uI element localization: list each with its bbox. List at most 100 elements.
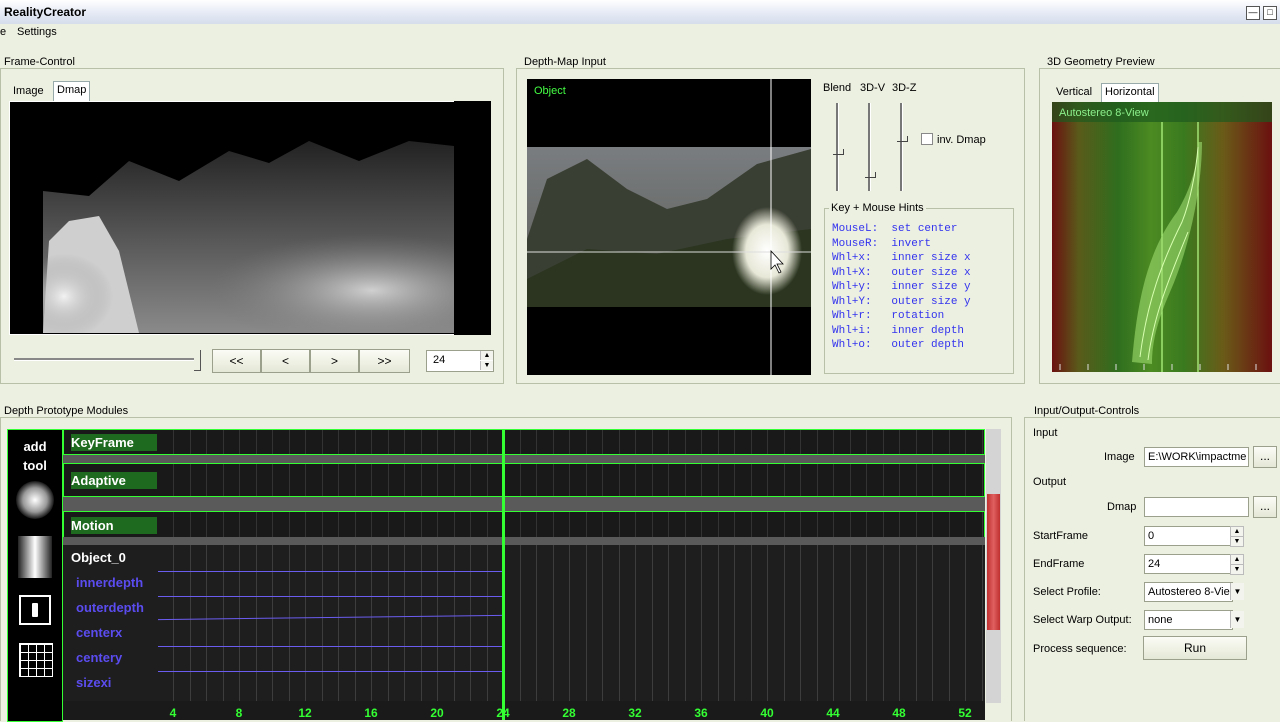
dmap-path-field[interactable] <box>1144 497 1249 517</box>
timeline-tick-label: 28 <box>562 706 576 720</box>
hints-label: Key + Mouse Hints <box>829 202 926 214</box>
timeline-tick-label: 8 <box>235 706 243 720</box>
prev-frame-button[interactable]: < <box>261 349 310 373</box>
geometry-preview-label: 3D Geometry Preview <box>1045 56 1157 68</box>
frame-slider-handle[interactable] <box>194 350 201 371</box>
track-label-adaptive[interactable]: Adaptive <box>71 472 157 489</box>
start-frame-down-icon[interactable]: ▼ <box>1230 536 1244 547</box>
last-frame-button[interactable]: >> <box>359 349 410 373</box>
tab-image[interactable]: Image <box>10 83 47 99</box>
grid-tool-icon[interactable] <box>19 643 53 677</box>
depth-map-viewer[interactable] <box>9 101 491 335</box>
spinner-down-icon[interactable]: ▼ <box>480 361 493 370</box>
vertical-slider-handle[interactable] <box>833 148 844 155</box>
image-label: Image <box>1104 451 1135 463</box>
select-profile-label: Select Profile: <box>1033 586 1101 598</box>
object-tool-icon[interactable] <box>19 595 51 625</box>
menu-item-file[interactable]: e <box>0 26 6 38</box>
depth-map-input-viewer[interactable] <box>527 79 811 375</box>
tab-dmap[interactable]: Dmap <box>53 81 91 102</box>
vertical-slider-track[interactable] <box>836 103 839 191</box>
hint-line: Whl+Y: outer size y <box>832 295 971 308</box>
param-label-centerx[interactable]: centerx <box>76 625 122 640</box>
timeline-tick-label: 36 <box>694 706 708 720</box>
track-row[interactable] <box>63 429 985 455</box>
vertical-slider-track[interactable] <box>868 103 871 191</box>
track-row[interactable] <box>63 511 985 539</box>
track-row[interactable] <box>63 463 985 497</box>
track-separator <box>63 537 985 545</box>
current-frame-marker[interactable] <box>502 429 505 720</box>
hints-list: MouseL: set center MouseR: invert Whl+x: i… <box>832 222 971 353</box>
param-curve[interactable] <box>158 646 503 647</box>
track-row[interactable] <box>63 545 985 571</box>
end-frame-down-icon[interactable]: ▼ <box>1230 564 1244 575</box>
timeline-tick-label: 44 <box>826 706 840 720</box>
profile-select[interactable]: Autostereo 8-Vie <box>1144 582 1233 602</box>
vertical-slider-track[interactable] <box>900 103 903 191</box>
hint-line: Whl+i: inner depth <box>832 324 965 337</box>
maximize-icon[interactable]: □ <box>1263 6 1277 20</box>
browse-image-button[interactable]: ... <box>1253 446 1277 468</box>
param-curve[interactable] <box>158 596 503 597</box>
warp-dropdown-icon[interactable]: ▼ <box>1230 611 1244 628</box>
depth-map-label: Depth-Map Input <box>522 56 608 68</box>
timeline-ruler[interactable] <box>63 701 985 720</box>
warp-output-label: Select Warp Output: <box>1033 614 1132 626</box>
end-frame-field[interactable]: 24 <box>1144 554 1233 574</box>
geometry-preview-viewer[interactable] <box>1052 102 1272 372</box>
window-title: RealityCreator <box>4 5 87 19</box>
frame-control-label: Frame-Control <box>2 56 77 68</box>
minimize-icon[interactable]: — <box>1246 6 1260 20</box>
add-tool-button[interactable]: add tool <box>7 437 63 475</box>
start-frame-field[interactable]: 0 <box>1144 526 1233 546</box>
timeline[interactable]: KeyFrame Adaptive Motion Object_0 innerdepth… <box>63 429 985 720</box>
spinner-up-icon[interactable]: ▲ <box>480 351 493 360</box>
hint-line: Whl+y: inner size y <box>832 281 971 293</box>
browse-dmap-button[interactable]: ... <box>1253 496 1277 518</box>
param-curve[interactable] <box>158 571 503 572</box>
inv-dmap-checkbox[interactable] <box>921 133 933 145</box>
output-section-label: Output <box>1033 476 1067 488</box>
modules-label: Depth Prototype Modules <box>2 405 131 417</box>
track-separator <box>63 455 985 463</box>
profile-dropdown-icon[interactable]: ▼ <box>1230 583 1244 600</box>
param-label-sizexi[interactable]: sizexi <box>76 675 111 690</box>
timeline-tick-label: 48 <box>892 706 906 720</box>
blend-slider-label: Blend <box>823 82 852 94</box>
track-label-keyframe[interactable]: KeyFrame <box>71 434 157 451</box>
3d-z-slider-label: 3D-Z <box>892 82 917 94</box>
timeline-tick-label: 20 <box>430 706 444 720</box>
sphere-tool-icon[interactable] <box>16 481 54 519</box>
first-frame-button[interactable]: << <box>212 349 261 373</box>
param-curve[interactable] <box>158 671 503 672</box>
vertical-slider-handle[interactable] <box>897 136 908 143</box>
hint-line: Whl+r: rotation <box>832 310 945 322</box>
param-label-centery[interactable]: centery <box>76 650 122 665</box>
image-path-field[interactable]: E:\WORK\impactme <box>1144 447 1249 467</box>
tab-vertical[interactable]: Vertical <box>1053 84 1095 100</box>
gradient-tool-icon[interactable] <box>18 536 52 578</box>
track-label-motion[interactable]: Motion <box>71 517 157 534</box>
track-label-object_0[interactable]: Object_0 <box>71 550 157 565</box>
timeline-tick-label: 40 <box>760 706 774 720</box>
param-label-outerdepth[interactable]: outerdepth <box>76 600 144 615</box>
input-section-label: Input <box>1033 427 1058 439</box>
warp-output-select[interactable]: none <box>1144 610 1233 630</box>
menu-item-settings[interactable]: Settings <box>17 26 57 38</box>
add-tool-line1: add <box>23 439 47 454</box>
process-sequence-label: Process sequence: <box>1033 643 1127 655</box>
frame-number-spinner[interactable]: 24 ▲ ▼ <box>426 350 494 372</box>
frame-slider-track[interactable] <box>14 358 194 361</box>
next-frame-button[interactable]: > <box>310 349 359 373</box>
hint-line: MouseL: set center <box>832 223 958 235</box>
tab-horizontal[interactable]: Horizontal <box>1101 83 1159 104</box>
hint-line: MouseR: invert <box>832 237 932 250</box>
timeline-tick-label: 4 <box>169 706 177 720</box>
run-button[interactable]: Run <box>1143 636 1247 660</box>
param-label-innerdepth[interactable]: innerdepth <box>76 575 143 590</box>
vertical-slider-handle[interactable] <box>865 171 876 178</box>
timeline-tick-label: 32 <box>628 706 642 720</box>
timeline-scrollbar-thumb[interactable] <box>987 494 1000 630</box>
param-curve[interactable] <box>158 614 503 621</box>
